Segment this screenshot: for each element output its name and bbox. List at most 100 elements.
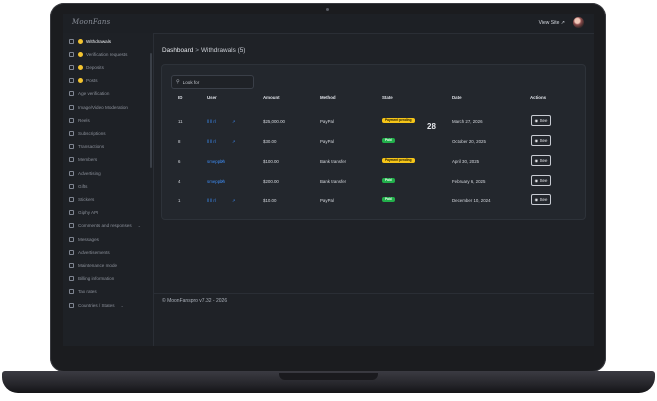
cell-user-link[interactable]: ll ll rl [207, 119, 216, 124]
sidebar-item-9[interactable]: Members [69, 155, 97, 165]
sidebar-item-label: Stickers [78, 196, 95, 202]
camera-icon [326, 8, 329, 11]
eye-icon: ◉ [534, 178, 539, 183]
count-bubble: 28 [427, 122, 436, 131]
cell-id: 11 [178, 119, 183, 124]
sidebar-item-16[interactable]: Advertisements [69, 247, 110, 257]
sidebar: Withdrawals Verification requests Deposits… [63, 33, 154, 346]
cell-id: 6 [178, 159, 181, 164]
see-button[interactable]: ◉ See [531, 175, 551, 186]
menu-icon [69, 104, 74, 110]
status-badge: Paid [382, 197, 395, 202]
sidebar-item-label: Posts [86, 78, 98, 84]
breadcrumb: Dashboard > Withdrawals (5) [162, 47, 245, 54]
sidebar-item-4[interactable]: Age verification [69, 89, 109, 99]
footer-copyright: © MoonFanspro v7.32 - 2026 [162, 298, 228, 304]
external-link-icon[interactable]: ↗ [220, 179, 223, 184]
sidebar-item-5[interactable]: Image/Video Moderation [69, 102, 128, 112]
sidebar-item-19[interactable]: Tax rates [69, 287, 97, 297]
sidebar-item-20[interactable]: Countries / States ⌄ [69, 300, 124, 310]
top-bar: MoonFans View Site ↗ [63, 14, 594, 34]
col-header-method: Method [320, 95, 336, 100]
sidebar-item-18[interactable]: Billing information [69, 274, 114, 284]
sidebar-item-label: Countries / States [78, 302, 115, 308]
sidebar-item-3[interactable]: Posts [69, 76, 98, 86]
table-row: 4 smeppbh ↗ $200.00 Bank transfer Paid Februar… [162, 173, 585, 193]
sidebar-item-label: Image/Video Moderation [78, 104, 128, 110]
sidebar-item-label: Gifts [78, 183, 88, 189]
cell-id: 4 [178, 179, 181, 184]
sidebar-item-15[interactable]: Messages [69, 234, 99, 244]
sidebar-item-8[interactable]: Transactions [69, 142, 104, 152]
menu-icon [69, 130, 74, 136]
sidebar-item-13[interactable]: Giphy API [69, 208, 98, 218]
breadcrumb-root[interactable]: Dashboard [162, 47, 193, 54]
menu-icon [69, 276, 74, 282]
menu-icon [69, 117, 74, 123]
sidebar-item-2[interactable]: Deposits [69, 62, 104, 72]
col-header-user: User [207, 95, 217, 100]
sidebar-item-17[interactable]: Maintenance mode [69, 260, 117, 270]
menu-icon [69, 91, 74, 97]
see-button[interactable]: ◉ See [531, 115, 551, 126]
withdrawals-card: ⚲ Look for ID User Amount Method State D… [161, 64, 586, 220]
external-link-icon[interactable]: ↗ [232, 119, 235, 124]
sidebar-item-12[interactable]: Stickers [69, 194, 94, 204]
cell-user-link[interactable]: ll ll rl [207, 198, 216, 203]
search-placeholder: Look for [182, 79, 200, 85]
breadcrumb-current: Withdrawals (5) [201, 47, 246, 54]
sidebar-scrollbar[interactable] [150, 53, 152, 168]
sidebar-item-label: Subscriptions [78, 130, 106, 136]
sidebar-item-0[interactable]: Withdrawals [69, 36, 111, 46]
external-link-icon[interactable]: ↗ [220, 159, 223, 164]
app-logo[interactable]: MoonFans [72, 18, 110, 26]
see-button[interactable]: ◉ See [531, 135, 551, 146]
status-badge: Paid [382, 138, 395, 143]
see-button-label: See [539, 138, 548, 143]
see-button-label: See [539, 158, 548, 163]
cell-method: PayPal [320, 119, 334, 124]
eye-icon: ◉ [534, 118, 539, 123]
view-site-link[interactable]: View Site ↗ [539, 20, 565, 26]
col-header-amount: Amount [263, 95, 280, 100]
sidebar-item-label: Messages [78, 236, 99, 242]
menu-icon [69, 157, 74, 163]
cell-amount: $25,000.00 [263, 119, 285, 124]
sidebar-item-label: Withdrawals [86, 38, 112, 44]
sidebar-item-7[interactable]: Subscriptions [69, 128, 106, 138]
menu-icon [69, 144, 74, 150]
sidebar-item-label: Age verification [78, 91, 110, 97]
cell-amount: $200.00 [263, 179, 279, 184]
table-row: 11 ll ll rl ↗ $25,000.00 PayPal Payment pendi… [162, 113, 585, 133]
sidebar-item-1[interactable]: Verification requests [69, 49, 127, 59]
see-button[interactable]: ◉ See [531, 194, 551, 205]
table-row: 1 ll ll rl ↗ $10.00 PayPal Paid December 10, 2… [162, 192, 585, 212]
cell-date: March 27, 2026 [452, 119, 483, 124]
col-header-id: ID [178, 95, 183, 100]
sidebar-item-10[interactable]: Advertising [69, 168, 101, 178]
see-button[interactable]: ◉ See [531, 155, 551, 166]
sidebar-item-label: Comments and responses [78, 223, 132, 229]
cell-method: Bank transfer [320, 179, 347, 184]
menu-icon [69, 51, 74, 57]
status-badge: Payment pending [382, 118, 415, 123]
external-link-icon[interactable]: ↗ [232, 198, 235, 203]
avatar[interactable] [573, 17, 584, 28]
cell-user-link[interactable]: ll ll rl [207, 139, 216, 144]
table-row: 8 ll ll rl ↗ $30.00 PayPal Paid October 20, 20… [162, 133, 585, 153]
menu-icon [69, 223, 74, 229]
cell-method: Bank transfer [320, 159, 347, 164]
sidebar-item-11[interactable]: Gifts [69, 181, 87, 191]
search-input[interactable]: ⚲ Look for [171, 75, 254, 89]
menu-icon [69, 302, 74, 308]
breadcrumb-separator: > [195, 47, 199, 54]
external-link-icon[interactable]: ↗ [232, 139, 235, 144]
table-row: 6 smeppbh ↗ $100.00 Bank transfer Payment pen… [162, 153, 585, 173]
sidebar-item-6[interactable]: Reels [69, 115, 90, 125]
status-badge: Paid [382, 178, 395, 183]
col-header-state: State [382, 95, 393, 100]
cell-amount: $100.00 [263, 159, 279, 164]
sidebar-item-14[interactable]: Comments and responses ⌄ [69, 221, 141, 231]
see-button-label: See [539, 197, 548, 202]
eye-icon: ◉ [534, 197, 539, 202]
